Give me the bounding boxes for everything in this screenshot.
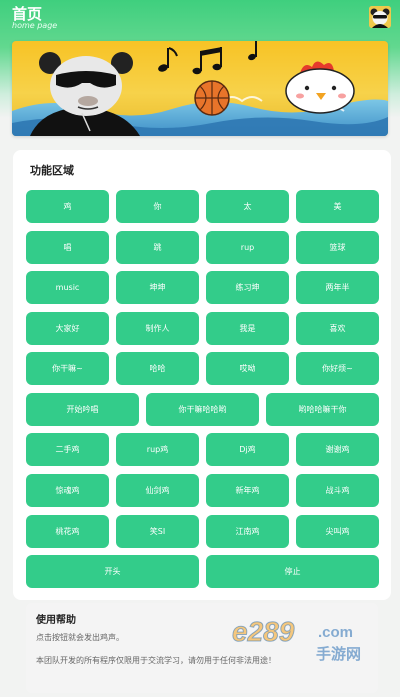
sound-button[interactable]: music	[26, 271, 109, 304]
sound-button[interactable]: 哎呦	[206, 352, 289, 385]
sound-button[interactable]: 两年半	[296, 271, 379, 304]
page-subtitle: home page	[12, 21, 58, 30]
help-disclaimer: 本团队开发的所有程序仅限用于交流学习，请勿用于任何非法用途！	[36, 656, 276, 665]
sound-button[interactable]: 桃花鸡	[26, 515, 109, 548]
sound-button[interactable]: 太	[206, 190, 289, 223]
chicken-figure	[285, 61, 355, 114]
banner-image[interactable]	[12, 41, 388, 136]
sound-button[interactable]: 开始吟唱	[26, 393, 139, 426]
sound-button[interactable]: Dj鸡	[206, 433, 289, 466]
sound-button[interactable]: 制作人	[116, 312, 199, 345]
banner-illustration	[12, 41, 388, 136]
sound-button[interactable]: 尖叫鸡	[296, 515, 379, 548]
start-button[interactable]: 开头	[26, 555, 199, 588]
sound-button[interactable]: 你干嘛哈哈哟	[146, 393, 259, 426]
function-area-title: 功能区域	[30, 164, 74, 177]
sound-button[interactable]: 战斗鸡	[296, 474, 379, 507]
sound-button[interactable]: 坤坤	[116, 271, 199, 304]
sound-button[interactable]: rup	[206, 231, 289, 264]
avatar[interactable]	[369, 6, 391, 28]
sound-button[interactable]: 哟哈哈嘛干你	[266, 393, 379, 426]
sound-button[interactable]: 练习坤	[206, 271, 289, 304]
sound-button[interactable]: 仙剑鸡	[116, 474, 199, 507]
sound-button[interactable]: 哈哈	[116, 352, 199, 385]
sound-button[interactable]: 我是	[206, 312, 289, 345]
sound-button[interactable]: 唱	[26, 231, 109, 264]
help-panel: 使用帮助 点击按钮就会发出鸡声。 本团队开发的所有程序仅限用于交流学习，请勿用于…	[26, 603, 378, 693]
sound-button[interactable]: 惊魂鸡	[26, 474, 109, 507]
sound-button[interactable]: 谢谢鸡	[296, 433, 379, 466]
basketball	[194, 80, 230, 116]
sound-button[interactable]: 大家好	[26, 312, 109, 345]
sound-button[interactable]: 你干嘛~	[26, 352, 109, 385]
stop-button[interactable]: 停止	[206, 555, 379, 588]
sound-button[interactable]: 二手鸡	[26, 433, 109, 466]
sound-button[interactable]: 跳	[116, 231, 199, 264]
sound-button[interactable]: 喜欢	[296, 312, 379, 345]
sound-button[interactable]: 笑SI	[116, 515, 199, 548]
sound-button[interactable]: 鸡	[26, 190, 109, 223]
sound-button[interactable]: 篮球	[296, 231, 379, 264]
help-text: 点击按钮就会发出鸡声。	[36, 633, 124, 642]
sound-button[interactable]: rup鸡	[116, 433, 199, 466]
help-title: 使用帮助	[36, 615, 76, 626]
sound-button[interactable]: 江南鸡	[206, 515, 289, 548]
sound-button[interactable]: 美	[296, 190, 379, 223]
sound-button[interactable]: 你好烦~	[296, 352, 379, 385]
panda-meme-figure	[30, 52, 140, 136]
music-notes	[158, 41, 257, 75]
panda-meme-avatar-icon	[369, 6, 391, 28]
sound-button[interactable]: 你	[116, 190, 199, 223]
sound-button[interactable]: 新年鸡	[206, 474, 289, 507]
